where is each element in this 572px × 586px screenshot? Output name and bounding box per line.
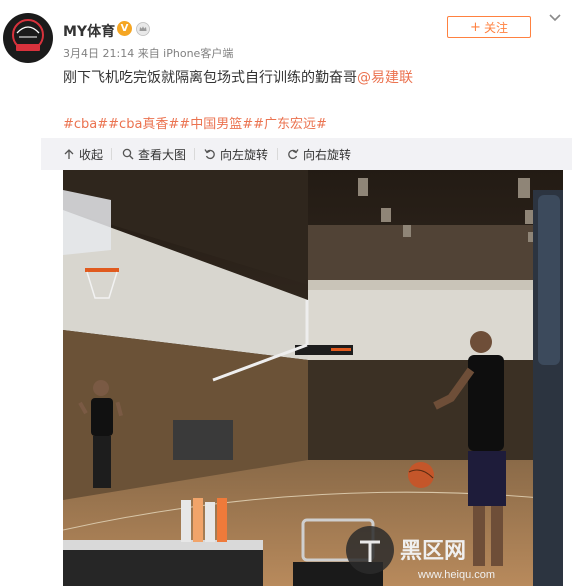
follow-button[interactable]: + 关注 xyxy=(447,16,531,38)
toolbar-divider xyxy=(277,148,278,160)
post-meta: 3月4日 21:14 来自 iPhone客户端 xyxy=(63,47,234,60)
rotate-right-button[interactable]: 向右旋转 xyxy=(287,138,351,170)
account-name[interactable]: MY体育 xyxy=(63,21,115,41)
toolbar-divider xyxy=(111,148,112,160)
mention-link[interactable]: @易建联 xyxy=(357,70,413,86)
rotate-left-button[interactable]: 向左旋转 xyxy=(204,138,268,170)
chevron-down-icon[interactable] xyxy=(548,13,562,23)
post-text: 刚下飞机吃完饭就隔离包场式自行训练的勤奋哥@易建联 xyxy=(63,67,413,87)
verified-badge-icon: V xyxy=(117,21,132,36)
avatar[interactable] xyxy=(3,13,53,63)
collapse-button[interactable]: 收起 xyxy=(63,138,103,170)
watermark xyxy=(346,526,394,574)
post-photo[interactable]: 黑区网 www.heiqu.com xyxy=(63,170,563,586)
avatar-logo xyxy=(4,14,52,62)
toolbar-divider xyxy=(194,148,195,160)
post-body: 刚下飞机吃完饭就隔离包场式自行训练的勤奋哥 xyxy=(63,70,357,86)
rotate-right-icon xyxy=(288,149,299,160)
rotate-left-label: 向左旋转 xyxy=(220,147,269,162)
view-large-label: 查看大图 xyxy=(138,147,187,162)
view-large-button[interactable]: 查看大图 xyxy=(122,138,186,170)
hashtags[interactable]: #cba##cba真香##中国男篮##广东宏远# xyxy=(63,113,327,132)
watermark-brand: 黑区网 xyxy=(400,538,466,563)
follow-label: 关注 xyxy=(483,20,508,35)
rotate-left-icon xyxy=(204,149,215,160)
search-icon xyxy=(122,148,134,160)
gym-photo: 黑区网 www.heiqu.com xyxy=(63,170,563,586)
arrow-up-icon xyxy=(64,149,74,159)
rotate-right-label: 向右旋转 xyxy=(303,147,352,162)
image-toolbar: 收起 查看大图 向左旋转 向右旋转 xyxy=(41,138,572,170)
watermark-url: www.heiqu.com xyxy=(417,569,495,581)
collapse-label: 收起 xyxy=(79,147,104,162)
crown-icon[interactable] xyxy=(136,22,150,36)
plus-icon: + xyxy=(470,19,481,35)
